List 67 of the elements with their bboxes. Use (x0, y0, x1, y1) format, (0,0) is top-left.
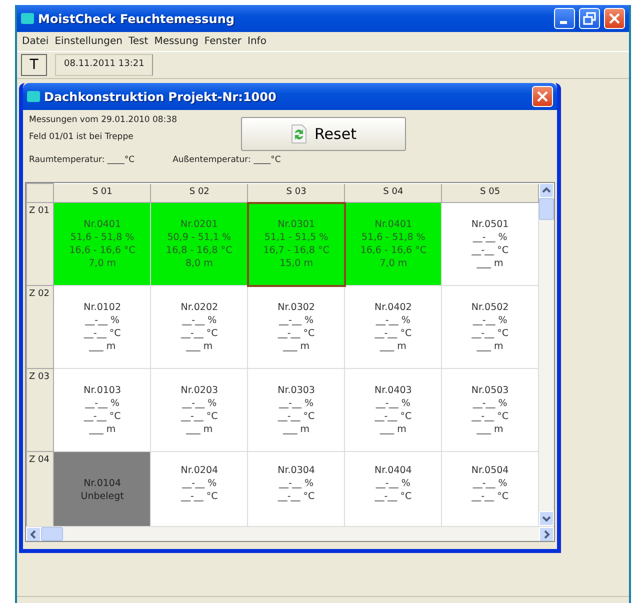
scroll-right-button[interactable] (539, 527, 554, 541)
scroll-left-button[interactable] (26, 527, 41, 541)
grid-cell[interactable]: Nr.0504 __-__ % __-__ °C (442, 452, 538, 526)
grid-cell[interactable]: Nr.0203 __-__ % __-__ °C ___ m (150, 368, 248, 452)
column-header: S 01 (54, 184, 151, 202)
grid-cell[interactable]: Nr.0404 __-__ % __-__ °C (344, 452, 442, 526)
room-temperature-label: Raumtemperatur: ____°C (29, 154, 135, 167)
menu-item[interactable]: Test (125, 32, 152, 51)
grid-cell[interactable]: Nr.0104 Unbelegt (54, 452, 151, 526)
vertical-scrollbar[interactable] (539, 183, 554, 526)
chevron-left-icon (30, 530, 36, 540)
grid-cell[interactable]: Nr.0202 __-__ % __-__ °C ___ m (150, 286, 248, 368)
grid-cell[interactable]: Nr.0401 51,6 - 51,8 % 16,6 - 16,6 °C 7,0 m (344, 202, 442, 286)
outside-temperature-label: Außentemperatur: ____°C (172, 154, 281, 167)
scrollbar-thumb[interactable] (41, 527, 63, 541)
menu-item[interactable]: Einstellungen (52, 32, 126, 51)
minimize-button[interactable] (554, 8, 575, 29)
grid-cell[interactable]: Nr.0304 __-__ % __-__ °C (248, 452, 345, 526)
grid-cell[interactable]: Nr.0402 __-__ % __-__ °C ___ m (344, 286, 442, 368)
grid-cell[interactable]: Nr.0403 __-__ % __-__ °C ___ m (344, 368, 442, 452)
close-button[interactable] (604, 8, 625, 29)
window-title: MoistCheck Feuchtemessung (38, 10, 234, 28)
grid-cell[interactable]: Nr.0303 __-__ % __-__ °C ___ m (248, 368, 345, 452)
restore-button[interactable] (579, 8, 600, 29)
toolbar-button[interactable]: T (21, 54, 47, 76)
scrollbar-thumb[interactable] (539, 198, 554, 220)
close-icon (608, 13, 620, 24)
row-header: Z 02 (26, 286, 54, 368)
app-icon (21, 13, 34, 24)
column-header: S 03 (248, 184, 345, 202)
grid-cell[interactable]: Nr.0401 51,6 - 51,8 % 16,6 - 16,6 °C 7,0 m (54, 202, 151, 286)
info-text: Feld 01/01 ist bei Treppe (29, 130, 134, 144)
grid-cell[interactable]: Nr.0502 __-__ % __-__ °C ___ m (442, 286, 538, 368)
grid-cell[interactable]: Nr.0302 __-__ % __-__ °C ___ m (248, 286, 345, 368)
grid-cell[interactable]: Nr.0204 __-__ % __-__ °C (150, 452, 248, 526)
menu-item[interactable]: Info (244, 32, 270, 51)
grid-cell[interactable]: Nr.0301 51,1 - 51,5 % 16,7 - 16,8 °C 15,0 m (248, 202, 345, 286)
close-button[interactable] (532, 86, 553, 107)
chevron-right-icon (544, 530, 550, 540)
restore-icon (583, 12, 596, 26)
chevron-up-icon (542, 187, 551, 194)
chevron-down-icon (542, 516, 551, 522)
app-icon (27, 91, 40, 102)
close-icon (536, 91, 548, 102)
reset-button[interactable]: Reset (241, 117, 406, 151)
grid-cell[interactable]: Nr.0201 50,9 - 51,1 % 16,8 - 16,8 °C 8,0 m (150, 202, 248, 286)
row-header: Z 03 (26, 368, 54, 452)
row-header: Z 01 (26, 202, 54, 286)
grid-cell[interactable]: Nr.0503 __-__ % __-__ °C ___ m (442, 368, 538, 452)
menu-item[interactable]: Messung (151, 32, 202, 51)
horizontal-scrollbar[interactable] (26, 526, 554, 541)
grid-cell[interactable]: Nr.0501 __-__ % __-__ °C ___ m (442, 202, 538, 286)
column-header: S 05 (442, 184, 538, 202)
grid-cell[interactable]: Nr.0102 __-__ % __-__ °C ___ m (54, 286, 151, 368)
refresh-icon (290, 124, 307, 144)
datetime-display: 08.11.2011 13:21 (55, 54, 154, 76)
minimize-icon (560, 21, 567, 24)
column-header: S 02 (150, 184, 248, 202)
menu-item[interactable]: Datei (19, 32, 52, 51)
grid-cell[interactable]: Nr.0103 __-__ % __-__ °C ___ m (54, 368, 151, 452)
scroll-up-button[interactable] (539, 183, 554, 198)
scroll-down-button[interactable] (539, 511, 554, 526)
window-title: Dachkonstruktion Projekt-Nr:1000 (44, 88, 276, 106)
menu-item[interactable]: Fenster (201, 32, 245, 51)
row-header: Z 04 (26, 452, 54, 526)
column-header: S 04 (344, 184, 442, 202)
info-text: Messungen vom 29.01.2010 08:38 (29, 114, 178, 127)
